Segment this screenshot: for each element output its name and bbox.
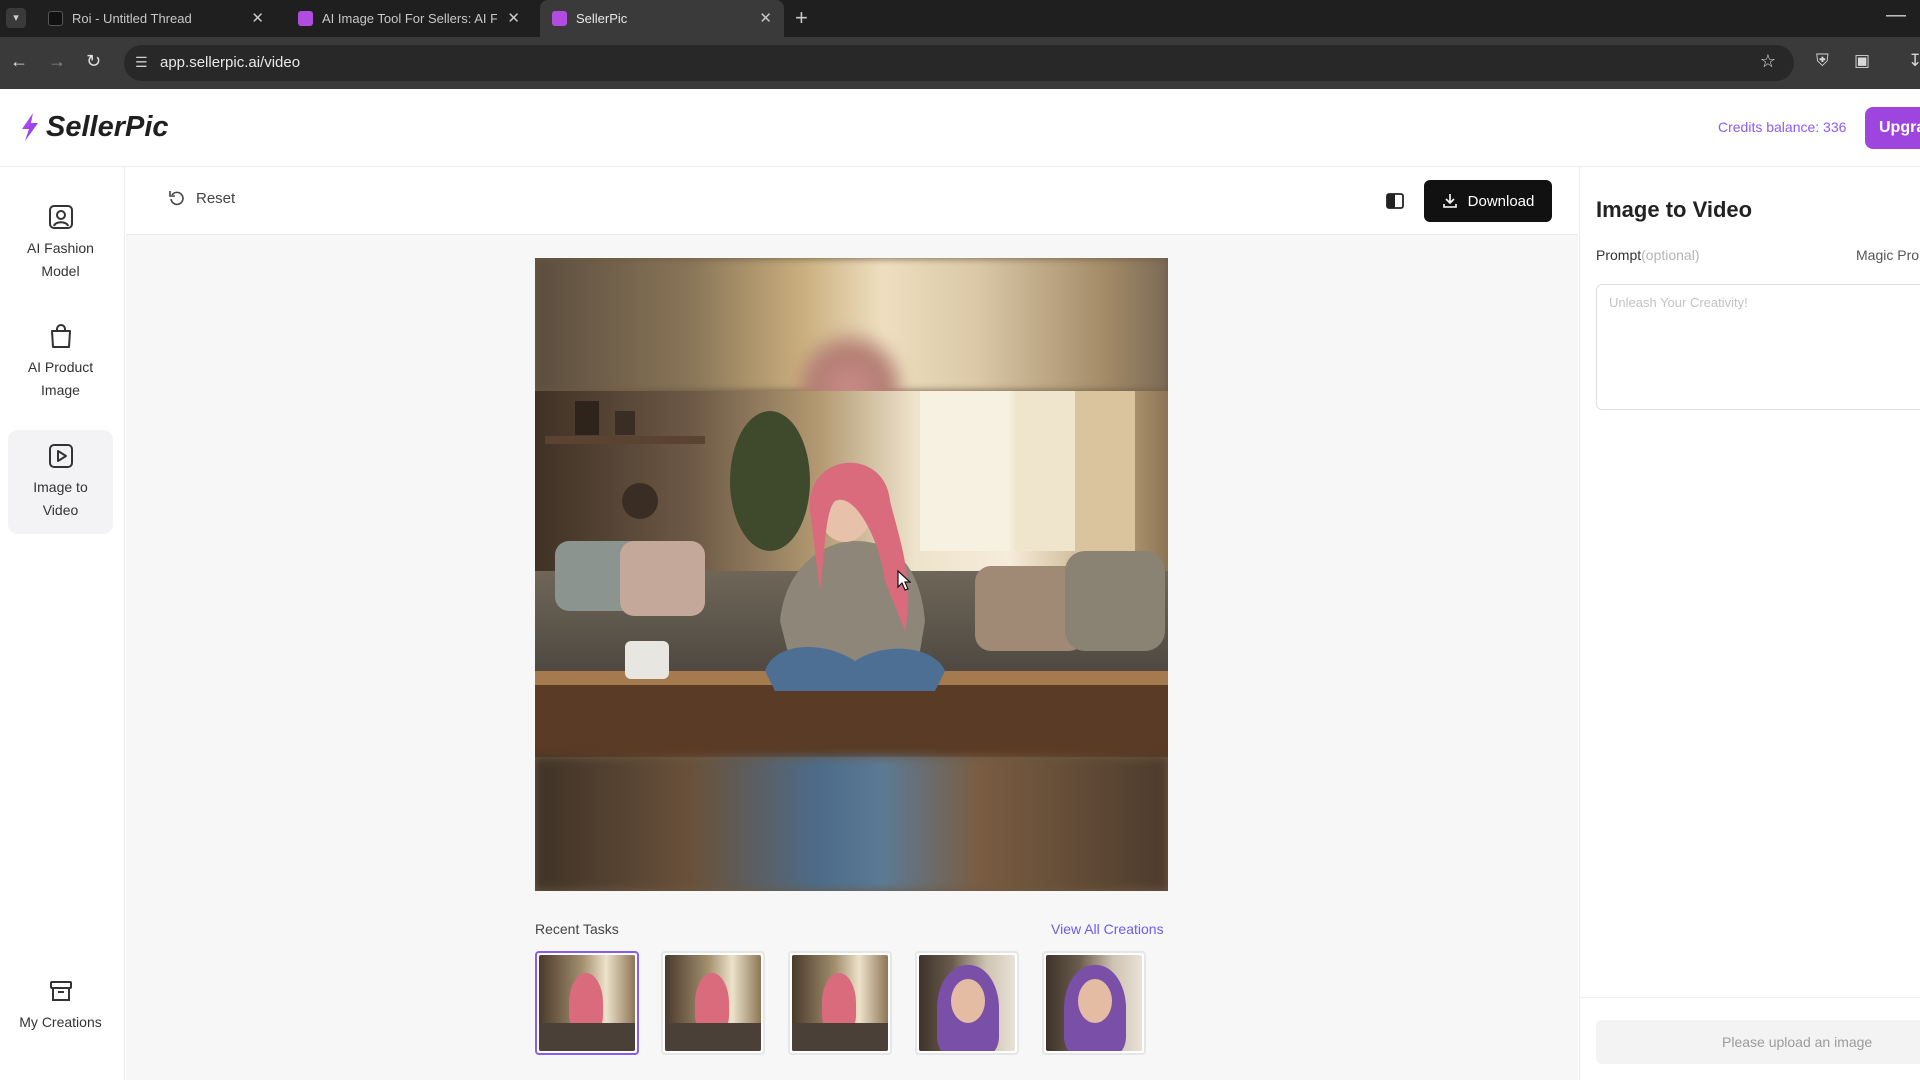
label-line: Image to <box>33 479 88 495</box>
tab-search-button[interactable]: ▾ <box>6 8 26 28</box>
thumb-image <box>1046 955 1142 1051</box>
tab-title: SellerPic <box>576 11 628 26</box>
browser-tab-bar: ▾ Roi - Untitled Thread ✕ AI Image Tool … <box>0 0 1920 37</box>
thumb-image <box>665 955 761 1051</box>
extensions-puzzle-icon[interactable]: ▣ <box>1854 51 1870 71</box>
browser-tab[interactable]: Roi - Untitled Thread ✕ <box>36 0 276 37</box>
close-tab-icon[interactable]: ✕ <box>759 9 772 27</box>
mouse-cursor-icon <box>897 570 911 591</box>
prompt-label: Prompt(optional) <box>1596 247 1700 263</box>
lightning-logo-icon <box>22 113 38 141</box>
living-room-photo <box>535 391 1168 757</box>
download-icon <box>1442 194 1457 208</box>
recent-task-thumb[interactable] <box>788 951 892 1055</box>
recent-task-thumb[interactable] <box>1042 951 1146 1055</box>
shopping-bag-icon <box>50 324 71 348</box>
label-line: AI Product <box>27 359 94 375</box>
credits-balance: Credits balance: 336 <box>1718 119 1847 135</box>
sellerpic-favicon-icon <box>552 11 567 26</box>
download-arrow-icon[interactable]: ↧ <box>1908 51 1920 71</box>
recent-task-thumb[interactable] <box>915 951 1019 1055</box>
play-square-icon <box>48 444 73 468</box>
preview-image <box>535 258 1168 891</box>
site-settings-icon[interactable]: ☰ <box>135 54 148 71</box>
blurred-extension-bottom <box>535 757 1168 891</box>
recent-tasks-title: Recent Tasks <box>535 921 619 937</box>
sidebar-item-label: AI Product Image <box>8 356 113 402</box>
sidebar-item-ai-product-image[interactable]: AI Product Image <box>8 322 113 412</box>
main-canvas: Reset Download Recent Tasks View All Cre… <box>126 167 1578 1080</box>
download-button[interactable]: Download <box>1424 180 1552 222</box>
label-line: Image <box>41 382 80 398</box>
sidebar-item-my-creations[interactable]: My Creations <box>8 977 113 1047</box>
forward-arrow-icon[interactable]: → <box>48 51 66 72</box>
reset-button[interactable]: Reset <box>168 189 235 207</box>
recent-task-thumb[interactable] <box>535 951 639 1055</box>
back-arrow-icon[interactable]: ← <box>10 51 28 72</box>
minimize-window-icon[interactable]: — <box>1886 4 1906 27</box>
compare-split-icon[interactable] <box>1385 191 1405 211</box>
sellerpic-logo[interactable]: SellerPic <box>20 109 169 145</box>
upgrade-button[interactable]: Upgra <box>1865 107 1920 149</box>
url-text: app.sellerpic.ai/video <box>160 54 301 71</box>
prompt-textarea[interactable]: Unleash Your Creativity! <box>1596 284 1920 410</box>
app-header: SellerPic Credits balance: 336 Upgra <box>0 89 1920 167</box>
magic-prompt-toggle[interactable]: Magic Pro <box>1856 247 1919 263</box>
shield-extension-icon[interactable]: ⛨ <box>1816 51 1829 71</box>
label-line: Video <box>42 502 79 518</box>
download-label: Download <box>1467 192 1535 210</box>
reload-icon[interactable]: ↻ <box>86 51 101 72</box>
generate-button-disabled[interactable]: Please upload an image <box>1596 1020 1920 1064</box>
close-tab-icon[interactable]: ✕ <box>507 9 520 27</box>
close-tab-icon[interactable]: ✕ <box>251 9 264 27</box>
thumb-image <box>539 955 635 1051</box>
settings-panel: Image to Video Prompt(optional) Magic Pr… <box>1579 167 1920 1080</box>
sellerpic-favicon-icon <box>298 11 313 26</box>
reset-icon <box>169 191 184 206</box>
label-line: AI Fashion <box>27 240 94 256</box>
address-bar: ← → ↻ ☰ app.sellerpic.ai/video ☆ ⛨ ▣ ↧ <box>0 37 1920 89</box>
prompt-label-text: Prompt <box>1596 247 1642 263</box>
browser-tab-active[interactable]: SellerPic ✕ <box>540 0 784 37</box>
recent-task-thumb[interactable] <box>661 951 765 1055</box>
tab-title: AI Image Tool For Sellers: AI Fa <box>322 11 497 26</box>
panel-title: Image to Video <box>1596 197 1753 222</box>
bookmark-star-icon[interactable]: ☆ <box>1760 51 1776 72</box>
archive-icon <box>49 981 72 1001</box>
browser-tab[interactable]: AI Image Tool For Sellers: AI Fa ✕ <box>286 0 532 37</box>
left-sidebar: AI Fashion Model AI Product Image Image … <box>0 167 125 1080</box>
roi-favicon-icon <box>48 11 63 26</box>
optional-hint: (optional) <box>1641 247 1700 263</box>
panel-divider <box>1580 997 1920 998</box>
tab-title: Roi - Untitled Thread <box>72 11 192 26</box>
sidebar-item-ai-fashion-model[interactable]: AI Fashion Model <box>8 203 113 293</box>
view-all-creations-link[interactable]: View All Creations <box>1051 921 1164 937</box>
editor-toolbar: Reset Download <box>126 167 1578 235</box>
reset-label: Reset <box>196 189 236 207</box>
new-tab-icon[interactable]: + <box>795 5 808 31</box>
thumb-image <box>792 955 888 1051</box>
label-line: Model <box>41 263 80 279</box>
sidebar-item-image-to-video[interactable]: Image to Video <box>8 430 113 534</box>
thumb-image <box>919 955 1015 1051</box>
url-field[interactable]: ☰ app.sellerpic.ai/video ☆ <box>124 45 1794 81</box>
user-square-icon <box>48 205 73 229</box>
sidebar-item-label: AI Fashion Model <box>8 237 113 283</box>
sidebar-item-label: Image to Video <box>8 476 113 522</box>
logo-text: SellerPic <box>46 110 169 143</box>
sidebar-item-label: My Creations <box>19 1014 102 1030</box>
